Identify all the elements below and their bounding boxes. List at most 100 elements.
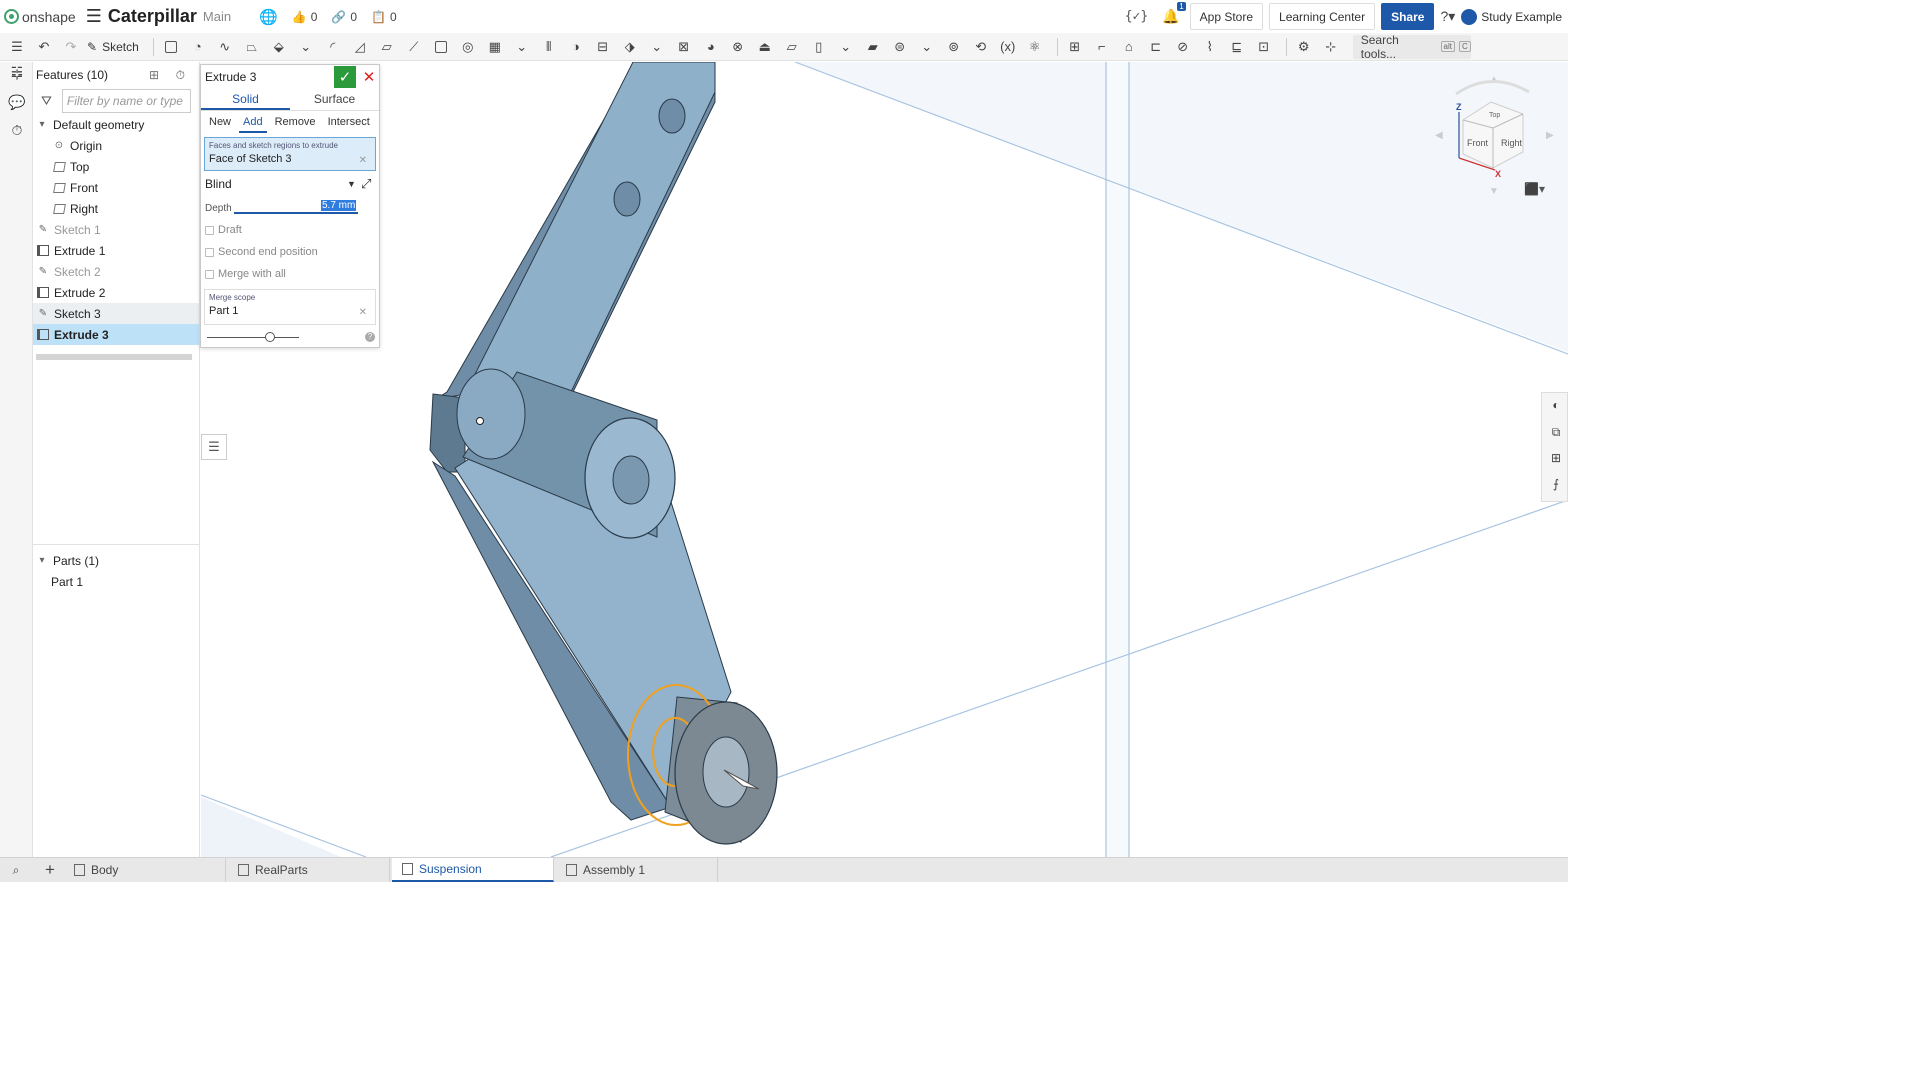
sketch-button[interactable]: ✎ Sketch — [87, 40, 139, 54]
link-counter[interactable]: 🔗 0 — [331, 10, 357, 24]
second-end-option[interactable]: Second end position — [201, 241, 379, 263]
rotate-down-arrow[interactable]: ▼ — [1489, 186, 1499, 197]
accept-check-icon[interactable]: ✓ — [334, 66, 356, 88]
like-counter[interactable]: 👍 0 — [292, 10, 318, 24]
transform-tool-icon[interactable]: ⬗ — [619, 36, 641, 58]
feature-item-top[interactable]: Top — [33, 156, 199, 177]
comment-icon[interactable]: 💬 — [8, 94, 26, 112]
mate-connector-icon[interactable]: ⊜ — [889, 36, 911, 58]
parts-folder[interactable]: ▾ Parts (1) — [33, 550, 199, 571]
faces-selection-field[interactable]: Faces and sketch regions to extrude Face… — [204, 137, 376, 171]
preview-slider[interactable]: ? — [201, 325, 379, 351]
sheet-metal-icon[interactable]: ⊞ — [1064, 36, 1086, 58]
new-folder-icon[interactable]: ⊞ — [149, 68, 159, 82]
joint-tool-icon[interactable]: ⌇ — [1199, 36, 1221, 58]
part-studio-icon[interactable]: ⧉ — [1548, 425, 1564, 441]
code-braces-icon[interactable]: {✓} — [1125, 9, 1148, 24]
appearance-icon[interactable]: ◐ — [1548, 398, 1564, 414]
3d-scene[interactable]: Top Front Right Z X ▲ ▼ ◀ ▶ — [201, 62, 1568, 857]
help-icon[interactable]: ? — [365, 332, 375, 342]
chamfer-tool-icon[interactable]: ◿ — [349, 36, 371, 58]
view-options-dropdown-icon[interactable]: ⬛▾ — [1524, 182, 1545, 196]
tab-manager-icon[interactable]: ⌕ — [6, 863, 26, 878]
rollback-timer-icon[interactable]: ⏱ — [176, 68, 185, 83]
tab-surface[interactable]: Surface — [290, 89, 379, 110]
feature-list-icon[interactable]: ☰ — [6, 36, 28, 58]
offset-surface-icon[interactable]: ▯ — [808, 36, 830, 58]
feature-item-extrude-3[interactable]: Extrude 3 — [33, 324, 199, 345]
variables-icon[interactable]: ⨍ — [1548, 477, 1564, 493]
insert-icon[interactable]: ⊹ — [8, 66, 26, 84]
user-menu[interactable]: Study Example — [1461, 8, 1562, 25]
curve-tool-icon[interactable]: ⟲ — [970, 36, 992, 58]
clear-scope-icon[interactable]: ✕ — [359, 307, 367, 318]
mirror-tool-icon[interactable]: ⫴ — [538, 36, 560, 58]
fillet-tool-icon[interactable]: ◜ — [322, 36, 344, 58]
tab-body[interactable]: Body — [64, 858, 226, 882]
rotate-right-arrow[interactable]: ▶ — [1546, 130, 1554, 141]
finish-sheet-metal-icon[interactable]: ⊡ — [1253, 36, 1275, 58]
depth-field[interactable]: Depth 5.7 mm — [201, 197, 379, 219]
tab-tool-icon[interactable]: ⌂ — [1118, 36, 1140, 58]
filter-input[interactable]: Filter by name or type — [61, 89, 191, 113]
shell-tool-icon[interactable] — [430, 36, 452, 58]
configurations-icon[interactable]: ⊞ — [1548, 451, 1564, 467]
tab-realparts[interactable]: RealParts — [228, 858, 390, 882]
rib-tool-icon[interactable]: ⟋ — [403, 36, 425, 58]
variable-tool-icon[interactable]: (x) — [997, 36, 1019, 58]
tab-add[interactable]: Add — [239, 111, 267, 133]
sweep-tool-icon[interactable]: ∿ — [214, 36, 236, 58]
more-dropdown-icon[interactable]: ⌄ — [295, 36, 317, 58]
draft-checkbox[interactable] — [205, 225, 214, 235]
split-tool-icon[interactable]: ⊟ — [592, 36, 614, 58]
flange-tool-icon[interactable]: ⌐ — [1091, 36, 1113, 58]
onshape-logo[interactable]: onshape — [4, 9, 76, 25]
delete-face-icon[interactable]: ⊗ — [727, 36, 749, 58]
second-end-checkbox[interactable] — [205, 247, 214, 257]
graphics-viewport[interactable]: Top Front Right Z X ▲ ▼ ◀ ▶ — [201, 62, 1568, 857]
filter-funnel-icon[interactable]: ⛛ — [41, 93, 52, 109]
slider-handle[interactable] — [265, 332, 275, 342]
tab-solid[interactable]: Solid — [201, 89, 290, 110]
draft-tool-icon[interactable]: ▱ — [376, 36, 398, 58]
loft-tool-icon[interactable]: ⏢ — [241, 36, 263, 58]
feature-item-extrude-1[interactable]: Extrude 1 — [33, 240, 199, 261]
move-face-icon[interactable]: ⏏ — [754, 36, 776, 58]
replace-face-icon[interactable]: ⏥ — [781, 36, 803, 58]
hole-tool-icon[interactable]: ◎ — [457, 36, 479, 58]
flip-direction-icon[interactable]: ⤢ — [361, 176, 371, 192]
plane-tool-icon[interactable]: ▰ — [862, 36, 884, 58]
pattern-tool-icon[interactable]: ▦ — [484, 36, 506, 58]
rollback-bar[interactable] — [36, 354, 192, 360]
clear-selection-icon[interactable]: ✕ — [359, 155, 367, 166]
redo-icon[interactable]: ↷ — [60, 36, 82, 58]
frame-tool-icon[interactable]: ⚛ — [1024, 36, 1046, 58]
feature-item-sketch-2[interactable]: ✎ Sketch 2 — [33, 261, 199, 282]
more-dropdown-icon[interactable]: ⌄ — [646, 36, 668, 58]
branch-name[interactable]: Main — [203, 9, 231, 24]
add-tab-icon[interactable]: + — [38, 860, 62, 880]
end-type-select[interactable]: Blind ▼ ⤢ — [201, 171, 379, 197]
search-tools-input[interactable]: Search tools... alt C — [1352, 33, 1471, 61]
rotate-up-arrow[interactable]: ▲ — [1489, 74, 1499, 85]
cancel-x-icon[interactable]: ✕ — [361, 66, 377, 88]
notification-bell-icon[interactable]: 🔔 1 — [1162, 2, 1186, 25]
boolean-tool-icon[interactable]: ◑ — [565, 36, 587, 58]
add-custom-feature-icon[interactable]: ⊹ — [1320, 36, 1342, 58]
help-icon[interactable]: ?▾ — [1440, 8, 1455, 25]
default-geometry-folder[interactable]: ▾ Default geometry — [33, 114, 199, 135]
tab-intersect[interactable]: Intersect — [324, 111, 374, 133]
more-dropdown-icon[interactable]: ⌄ — [511, 36, 533, 58]
globe-icon[interactable]: 🌐 — [259, 8, 278, 26]
part-item[interactable]: Part 1 — [33, 571, 199, 592]
document-title[interactable]: Caterpillar — [108, 6, 197, 27]
bend-tool-icon[interactable]: ⊏ — [1145, 36, 1167, 58]
learning-center-button[interactable]: Learning Center — [1269, 3, 1376, 30]
corner-tool-icon[interactable]: ⊑ — [1226, 36, 1248, 58]
history-icon[interactable]: ⏱ — [8, 122, 26, 140]
more-dropdown-icon[interactable]: ⌄ — [916, 36, 938, 58]
modify-fillet-icon[interactable]: ◕ — [700, 36, 722, 58]
tab-assembly-1[interactable]: Assembly 1 — [556, 858, 718, 882]
draft-option[interactable]: Draft — [201, 219, 379, 241]
revolve-tool-icon[interactable]: ◔ — [187, 36, 209, 58]
